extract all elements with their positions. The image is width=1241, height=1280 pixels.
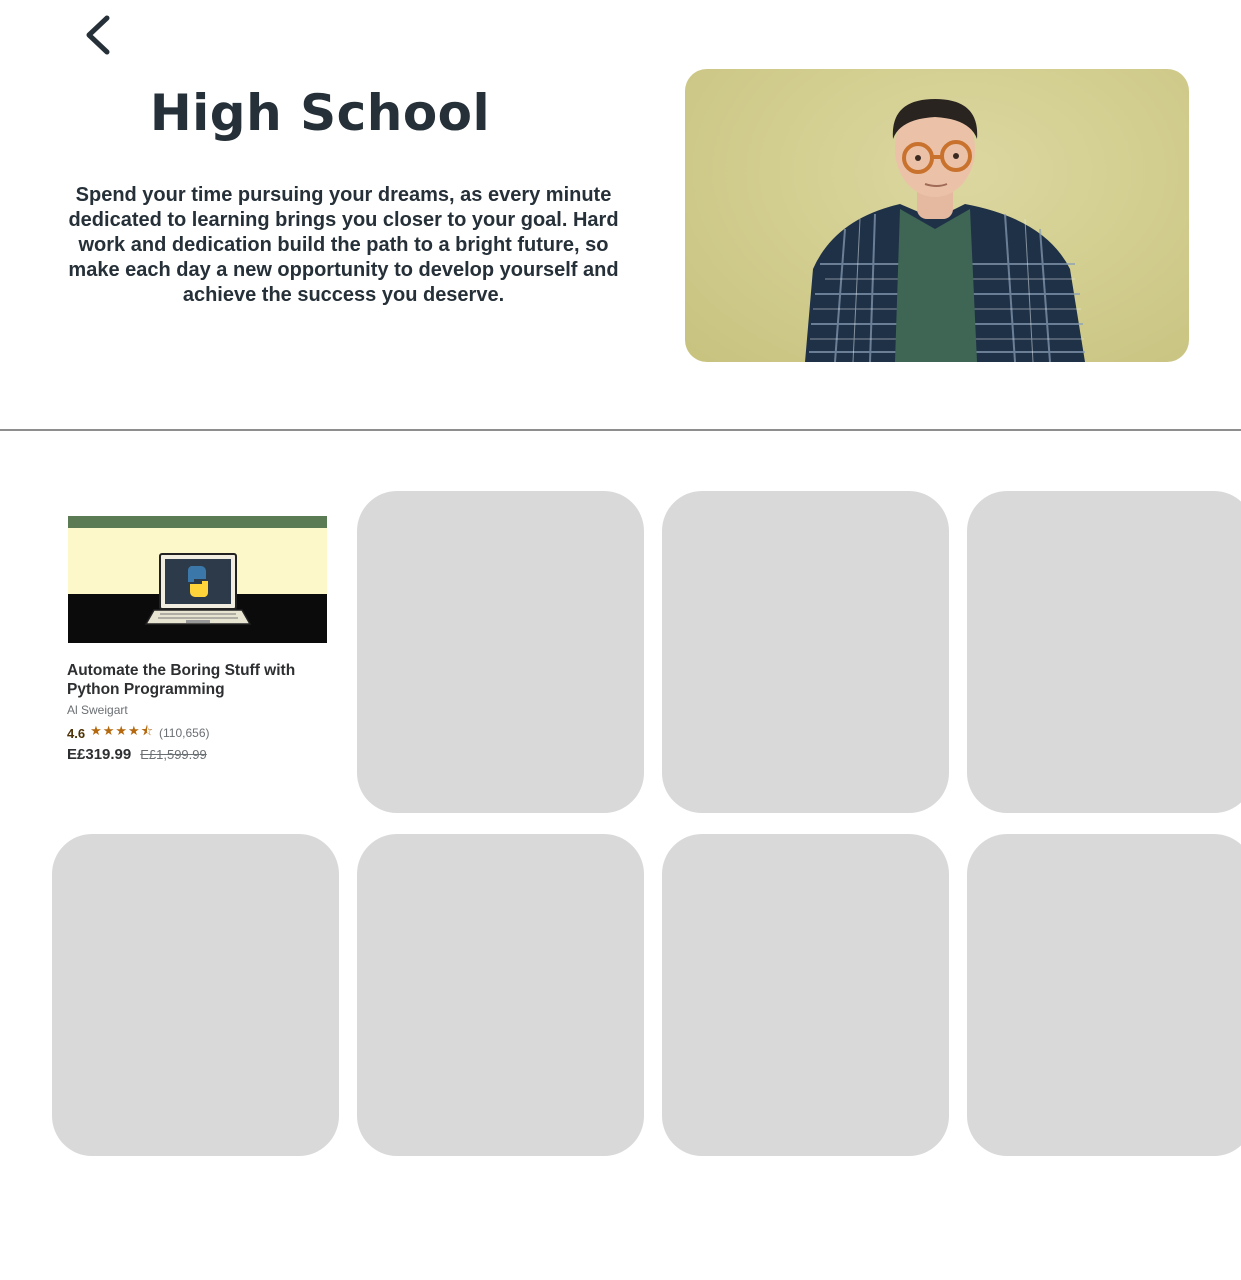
course-author: Al Sweigart <box>67 703 128 717</box>
chevron-left-icon <box>86 15 110 55</box>
review-count: (110,656) <box>159 726 210 740</box>
original-price: E£1,599.99 <box>140 747 207 762</box>
placeholder-card[interactable] <box>357 491 644 813</box>
rating-stars-icon: ★★★★⯪ <box>90 723 155 738</box>
section-divider <box>0 429 1241 431</box>
course-title[interactable]: Automate the Boring Stuff with Python Pr… <box>67 661 329 699</box>
placeholder-card[interactable] <box>967 491 1241 813</box>
course-card[interactable]: Automate the Boring Stuff with Python Pr… <box>52 491 339 813</box>
rating-value: 4.6 <box>67 725 86 741</box>
placeholder-card[interactable] <box>967 834 1241 1156</box>
back-button[interactable] <box>72 8 122 62</box>
course-thumbnail <box>68 516 327 643</box>
placeholder-card[interactable] <box>662 834 949 1156</box>
placeholder-card[interactable] <box>52 834 339 1156</box>
page-description: Spend your time pursuing your dreams, as… <box>68 184 619 306</box>
page-title: High School <box>149 84 491 142</box>
price-row: E£319.99 E£1,599.99 <box>67 746 207 763</box>
current-price: E£319.99 <box>67 746 132 763</box>
rating-row: 4.6 ★★★★⯪ (110,656) <box>67 722 210 744</box>
hero-image <box>685 69 1189 362</box>
placeholder-card[interactable] <box>357 834 644 1156</box>
page: High School Spend your time pursuing you… <box>0 0 1241 1280</box>
person-photo <box>805 99 1085 362</box>
placeholder-card[interactable] <box>662 491 949 813</box>
